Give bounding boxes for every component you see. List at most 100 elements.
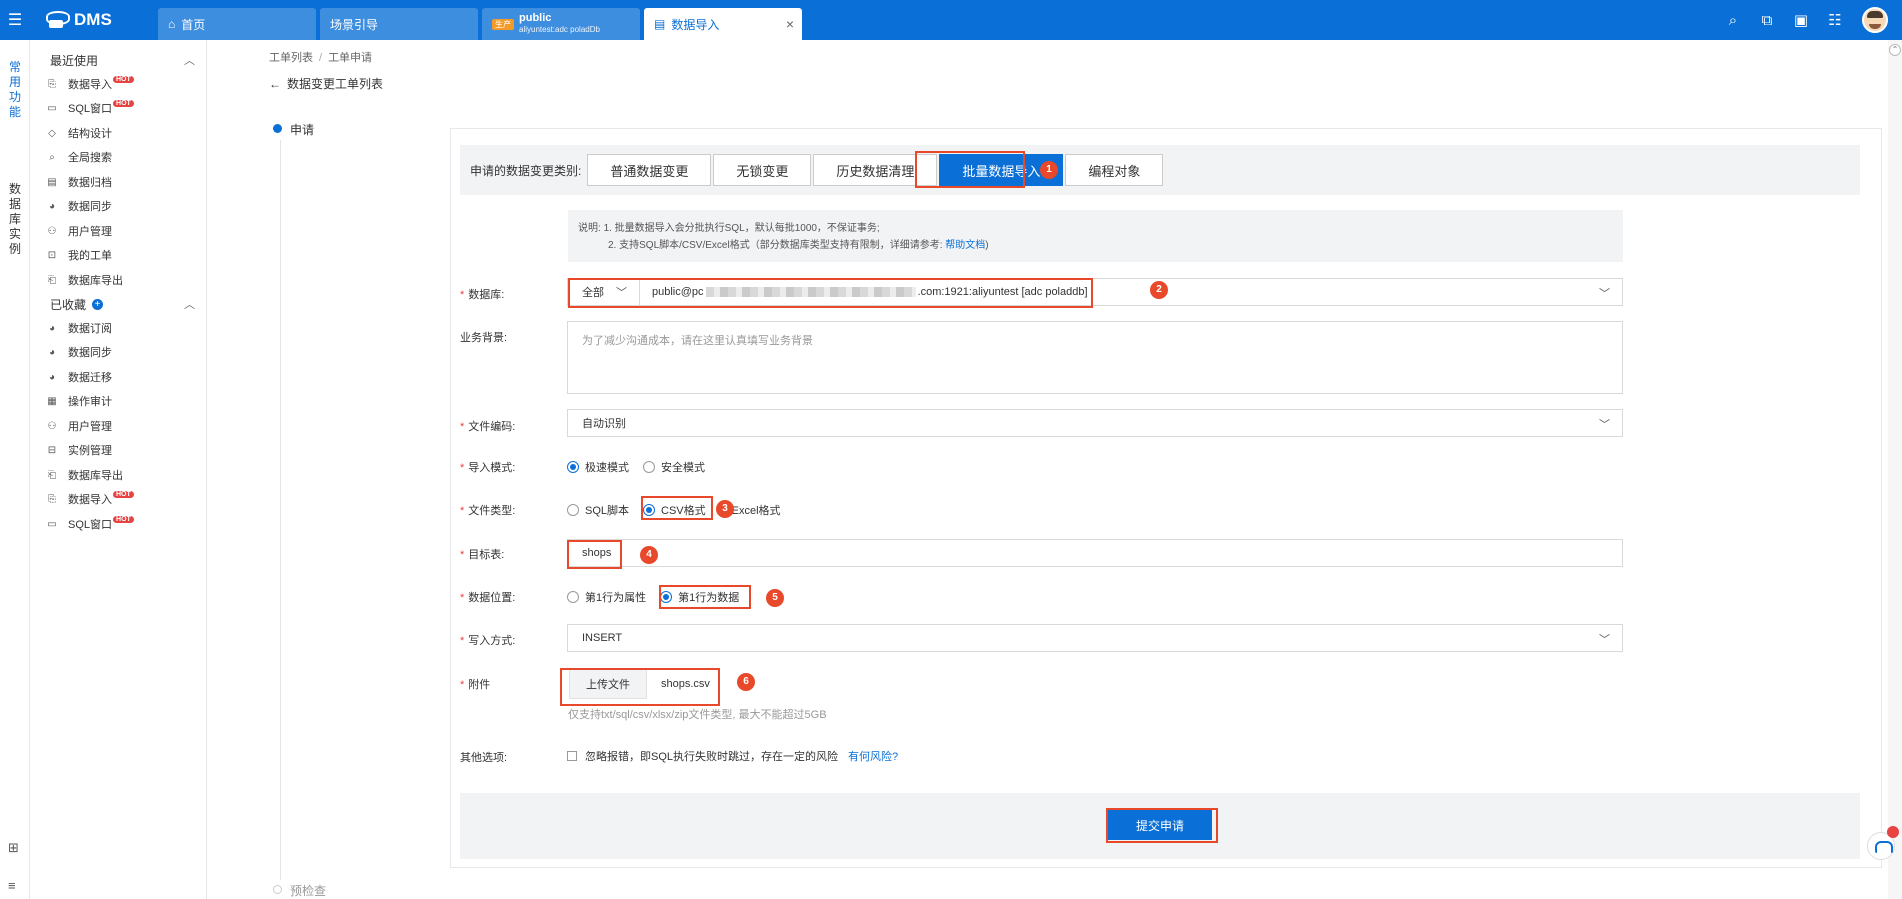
tab-bar: ⌂ 首页 场景引导 生产 public aliyuntest:adc polad… [158,0,806,40]
favorites-section-header[interactable]: 已收藏 + ︿ [30,293,207,315]
sidebar-item-data-sync[interactable]: ◕ 数据同步 [30,195,207,217]
encoding-select[interactable]: 自动识别 ﹀ [567,409,1623,437]
radio-unchecked-icon [567,504,579,516]
type-normal-change[interactable]: 普通数据变更 [587,154,712,186]
scrollbar[interactable]: ⌃ [1888,40,1902,899]
sidebar-item-data-archive[interactable]: ▤ 数据归档 [30,171,207,193]
radio-label: CSV格式 [661,505,706,517]
tab-home[interactable]: ⌂ 首页 [158,8,316,40]
database-scope-select[interactable]: 全部 ﹀ [568,279,640,305]
sidebar-item-sql-window[interactable]: ▭ SQL窗口 HOT [30,513,207,535]
env-badge: 生产 [492,18,514,30]
chevron-up-icon[interactable]: ︿ [184,296,195,312]
risk-info-link[interactable]: 有何风险? [848,748,898,764]
type-history-cleanup[interactable]: 历史数据清理 [813,154,938,186]
document-list-icon[interactable]: ☷ [1818,0,1852,40]
copy-icon[interactable]: ⧉ [1750,0,1784,40]
rail-common-functions[interactable]: 常 用 功 能 [0,60,30,120]
user-avatar[interactable] [1862,7,1888,33]
notification-badge [1887,826,1899,838]
marker-3: 3 [716,500,734,518]
sidebar-item-schema-design[interactable]: ◇ 结构设计 [30,122,207,144]
write-mode-select[interactable]: INSERT ﹀ [567,624,1623,652]
sidebar-item-operation-audit[interactable]: ▦ 操作审计 [30,390,207,412]
sidebar-item-data-sync[interactable]: ◕ 数据同步 [30,341,207,363]
marker-5: 5 [766,589,784,607]
sidebar-item-data-import[interactable]: ⎘ 数据导入 HOT [30,488,207,510]
radio-sql-script[interactable]: SQL脚本 [567,502,629,518]
top-bar: ☰ DMS ⌂ 首页 场景引导 生产 public aliyuntest:adc… [0,0,1902,40]
radio-label: 第1行为数据 [678,592,740,604]
home-icon: ⌂ [168,17,176,31]
sidebar-item-data-migration[interactable]: ◕ 数据迁移 [30,366,207,388]
rail-database-instances[interactable]: 数 据 库 实 例 [0,182,30,257]
note-box: 说明: 1. 批量数据导入会分批执行SQL，默认每批1000，不保证事务; 2.… [568,210,1623,262]
sync-icon: ◕ [48,346,56,358]
upload-file-button[interactable]: 上传文件 [569,669,647,699]
tab-data-import[interactable]: ▤ 数据导入 × [644,8,802,40]
sidebar-item-label: 实例管理 [68,445,112,457]
rail-char: 库 [8,212,21,226]
sidebar-item-data-subscription[interactable]: ◕ 数据订阅 [30,317,207,339]
sidebar-item-my-tickets[interactable]: ⊡ 我的工单 [30,244,207,266]
radio-checked-icon [567,461,579,473]
document-icon: ▤ [654,17,666,31]
ticket-icon[interactable]: ▣ [1784,0,1818,40]
recent-section-header[interactable]: 最近使用 ︿ [30,49,207,71]
note-text-2: 2. 支持SQL脚本/CSV/Excel格式（部分数据库类型支持有限制，详细请参… [608,240,943,251]
sidebar-item-instance-management[interactable]: ⊟ 实例管理 [30,439,207,461]
close-tab-icon[interactable]: × [786,16,794,32]
sidebar-item-label: 数据导入 [68,494,112,506]
sidebar: 最近使用 ︿ ⎘ 数据导入 HOT ▭ SQL窗口 HOT ◇ 结构设计 ⌕ 全局搜索 ▤ 数… [30,40,207,899]
radio-first-row-attributes[interactable]: 第1行为属性 [567,589,646,605]
scroll-up-icon[interactable]: ⌃ [1889,44,1901,56]
sidebar-item-user-management[interactable]: ⚇ 用户管理 [30,415,207,437]
submit-button[interactable]: 提交申请 [1108,810,1212,840]
collapse-menu-icon[interactable]: ≡ [8,878,16,893]
radio-label: 极速模式 [585,462,629,474]
radio-first-row-data[interactable]: 第1行为数据 [660,589,739,605]
tab-sql-console[interactable]: 生产 public aliyuntest:adc poladDb [482,8,640,40]
sidebar-item-global-search[interactable]: ⌕ 全局搜索 [30,146,207,168]
radio-fast-mode[interactable]: 极速模式 [567,459,629,475]
help-doc-link[interactable]: 帮助文档 [945,240,985,251]
background-textarea[interactable]: 为了减少沟通成本，请在这里认真填写业务背景 [567,321,1623,394]
sidebar-item-sql-window[interactable]: ▭ SQL窗口 HOT [30,97,207,119]
app-logo[interactable]: DMS [30,10,155,30]
radio-excel[interactable]: Excel格式 [732,502,781,518]
radio-label: Excel格式 [731,505,781,517]
write-mode-value: INSERT [582,632,623,644]
migration-icon: ◕ [48,371,56,383]
back-link[interactable]: ← 数据变更工单列表 [269,75,383,92]
type-lockless-change[interactable]: 无锁变更 [713,154,812,186]
ignore-errors-checkbox[interactable] [567,751,577,761]
database-scope-value: 全部 [582,287,604,299]
type-programmable-object[interactable]: 编程对象 [1065,154,1164,186]
search-icon[interactable]: ⌕ [1716,0,1750,40]
breadcrumb-ticket-list[interactable]: 工单列表 [269,52,313,64]
sidebar-item-user-management[interactable]: ⚇ 用户管理 [30,220,207,242]
radio-csv[interactable]: CSV格式 [643,502,706,518]
sidebar-item-database-export[interactable]: ⎗ 数据库导出 [30,269,207,291]
tab-scene-guide[interactable]: 场景引导 [320,8,478,40]
sidebar-item-data-import[interactable]: ⎘ 数据导入 HOT [30,73,207,95]
step-dot-active [273,124,282,133]
breadcrumb: 工单列表 / 工单申请 [269,49,372,65]
note-suffix: ) [985,240,989,251]
database-select[interactable]: 全部 ﹀ public@pc .com:1921:aliyuntest [adc … [567,278,1623,306]
hot-badge: HOT [113,99,134,107]
users-icon: ⚇ [47,420,57,432]
target-table-input[interactable]: shops [567,539,1623,567]
sidebar-item-database-export[interactable]: ⎗ 数据库导出 [30,464,207,486]
attachment-label: * 附件 [460,679,491,691]
radio-safe-mode[interactable]: 安全模式 [643,459,705,475]
top-right-tools: ⌕ ⧉ ▣ ☷ [1716,0,1902,40]
file-type-label: * 文件类型: [460,505,516,517]
apps-grid-icon[interactable]: ⊞ [8,840,19,856]
uploaded-file-name[interactable]: shops.csv [647,669,724,699]
app-title: DMS [74,10,112,29]
section-title: 最近使用 [50,53,99,68]
chevron-up-icon[interactable]: ︿ [184,52,195,68]
add-favorite-icon[interactable]: + [92,298,104,310]
menu-icon[interactable]: ☰ [0,0,30,40]
